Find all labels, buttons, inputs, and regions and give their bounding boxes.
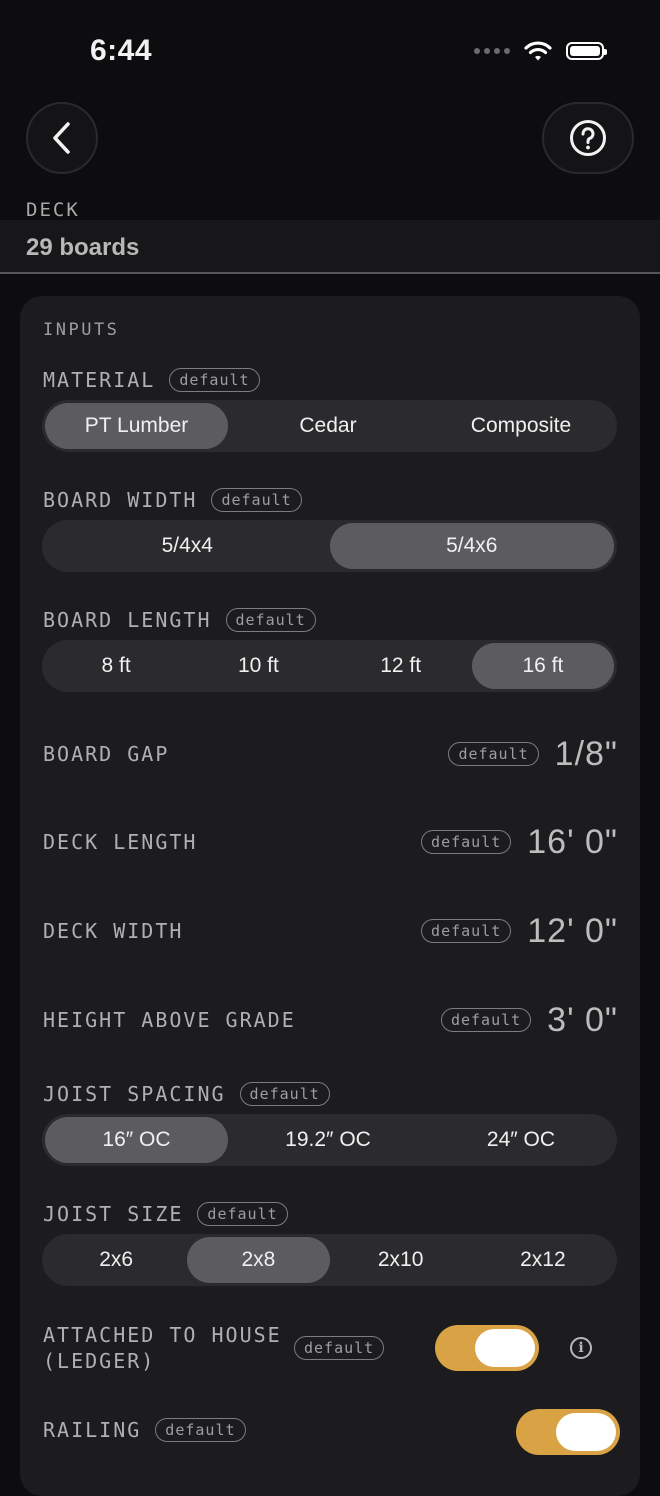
inputs-title: INPUTS: [43, 320, 120, 340]
height-above-grade-label: HEIGHT ABOVE GRADE: [43, 1008, 296, 1032]
default-badge: default: [421, 919, 512, 943]
deck-length-label: DECK LENGTH: [43, 830, 198, 854]
joist-size-label: JOIST SIZE default: [43, 1202, 288, 1226]
deck-length-row[interactable]: DECK LENGTH default 16' 0": [43, 822, 618, 862]
board-width-selector: 5/4x4 5/4x6: [42, 520, 617, 572]
board-gap-row[interactable]: BOARD GAP default 1/8": [43, 734, 618, 774]
default-badge: default: [169, 368, 260, 392]
board-width-label: BOARD WIDTH default: [43, 488, 302, 512]
deck-width-value[interactable]: 12' 0": [527, 912, 618, 951]
board-length-option-8ft[interactable]: 8 ft: [45, 643, 187, 689]
material-option-composite[interactable]: Composite: [428, 403, 614, 449]
default-badge: default: [197, 1202, 288, 1226]
board-length-selector: 8 ft 10 ft 12 ft 16 ft: [42, 640, 617, 692]
board-length-option-10ft[interactable]: 10 ft: [187, 643, 329, 689]
height-above-grade-row[interactable]: HEIGHT ABOVE GRADE default 3' 0": [43, 1000, 618, 1040]
toggle-knob: [556, 1413, 616, 1451]
attached-to-house-toggle[interactable]: [435, 1325, 539, 1371]
board-width-option-5-4x4[interactable]: 5/4x4: [45, 523, 330, 569]
deck-width-label: DECK WIDTH: [43, 919, 184, 943]
status-icons: [474, 40, 607, 62]
board-count: 29 boards: [26, 234, 140, 261]
back-button[interactable]: [26, 102, 98, 174]
joist-spacing-selector: 16″ OC 19.2″ OC 24″ OC: [42, 1114, 617, 1166]
wifi-icon: [524, 41, 552, 61]
joist-size-option-2x10[interactable]: 2x10: [330, 1237, 472, 1283]
toggle-knob: [475, 1329, 535, 1367]
joist-spacing-option-19-2oc[interactable]: 19.2″ OC: [228, 1117, 428, 1163]
board-width-option-5-4x6[interactable]: 5/4x6: [329, 523, 614, 569]
status-time: 6:44: [90, 34, 153, 67]
chevron-left-icon: [53, 122, 70, 154]
inputs-card: INPUTS MATERIAL default PT Lumber Cedar …: [20, 296, 640, 1496]
joist-size-option-2x12[interactable]: 2x12: [472, 1237, 614, 1283]
section-label: DECK: [26, 199, 80, 221]
info-circle-icon[interactable]: i: [570, 1337, 592, 1359]
summary-bar: 29 boards: [0, 220, 660, 274]
board-gap-label: BOARD GAP: [43, 742, 170, 766]
deck-length-value[interactable]: 16' 0": [527, 823, 618, 862]
default-badge: default: [448, 742, 539, 766]
deck-width-row[interactable]: DECK WIDTH default 12' 0": [43, 911, 618, 951]
default-badge: default: [225, 608, 316, 632]
height-above-grade-value[interactable]: 3' 0": [547, 1001, 618, 1040]
board-gap-value[interactable]: 1/8": [555, 735, 618, 774]
default-badge: default: [294, 1336, 385, 1360]
material-selector: PT Lumber Cedar Composite: [42, 400, 617, 452]
default-badge: default: [421, 830, 512, 854]
default-badge: default: [239, 1082, 330, 1106]
question-circle-icon: [570, 120, 606, 156]
default-badge: default: [440, 1008, 532, 1032]
battery-icon: [566, 42, 607, 60]
joist-size-selector: 2x6 2x8 2x10 2x12: [42, 1234, 617, 1286]
default-badge: default: [211, 488, 302, 512]
railing-toggle[interactable]: [516, 1409, 620, 1455]
joist-spacing-label: JOIST SPACING default: [43, 1082, 330, 1106]
joist-spacing-option-24oc[interactable]: 24″ OC: [428, 1117, 614, 1163]
joist-size-option-2x6[interactable]: 2x6: [45, 1237, 187, 1283]
board-length-option-16ft[interactable]: 16 ft: [471, 643, 614, 689]
default-badge: default: [155, 1418, 246, 1442]
joist-spacing-option-16oc[interactable]: 16″ OC: [45, 1117, 228, 1163]
attached-to-house-label: ATTACHED TO HOUSE (LEDGER): [43, 1323, 282, 1373]
help-button[interactable]: [542, 102, 634, 174]
cellular-signal-icon: [474, 48, 510, 54]
material-option-cedar[interactable]: Cedar: [228, 403, 428, 449]
board-length-option-12ft[interactable]: 12 ft: [330, 643, 472, 689]
material-label: MATERIAL default: [43, 368, 260, 392]
board-length-label: BOARD LENGTH default: [43, 608, 316, 632]
material-option-pt-lumber[interactable]: PT Lumber: [45, 403, 228, 449]
joist-size-option-2x8[interactable]: 2x8: [187, 1237, 330, 1283]
railing-label: RAILING default: [43, 1418, 246, 1442]
